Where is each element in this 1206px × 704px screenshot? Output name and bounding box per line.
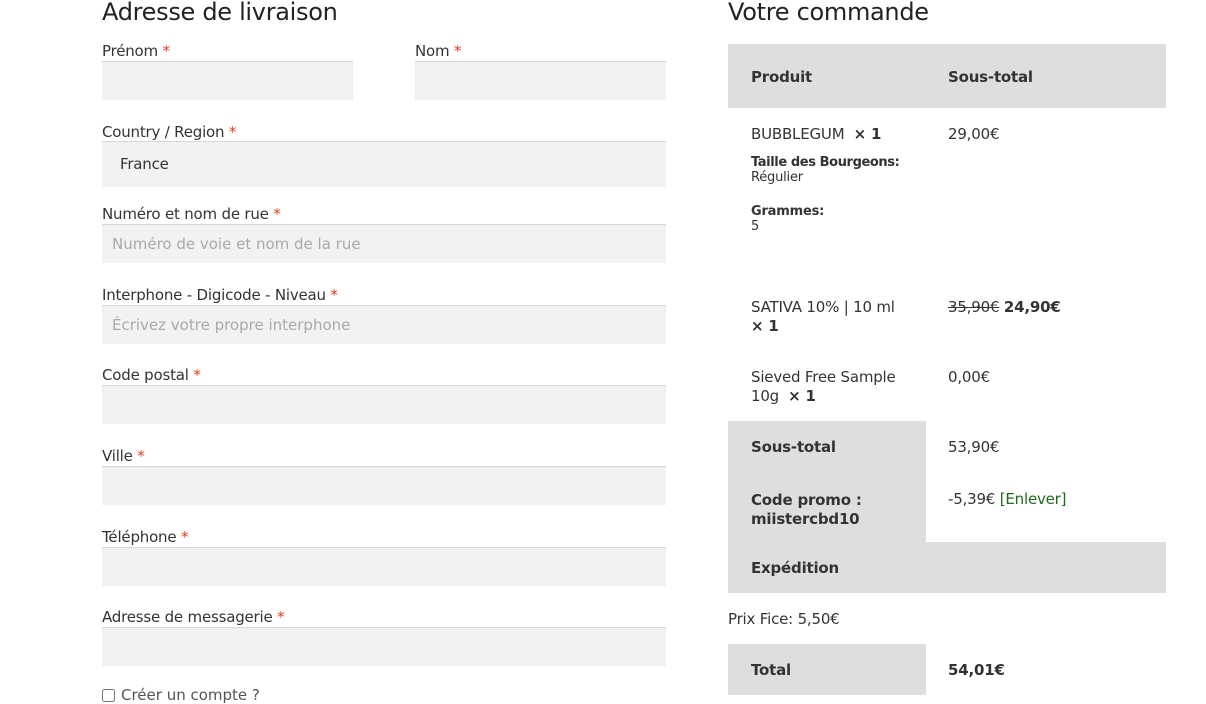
item-meta-value: Régulier [751,170,803,185]
postcode-label-text: Code postal [102,366,189,384]
required-mark: * [162,42,171,60]
create-account-row[interactable]: Créer un compte ? [102,686,260,704]
first-name-label: Prénom * [102,42,170,60]
postcode-input[interactable] [102,385,666,424]
create-account-checkbox[interactable] [102,689,115,702]
required-mark: * [137,447,145,465]
shipping-title: Adresse de livraison [102,0,338,26]
required-mark: * [277,608,285,626]
street-label-text: Numéro et nom de rue [102,205,269,223]
shipping-label: Expédition [751,559,840,577]
item-meta-key: Taille des Bourgeons: [751,155,900,170]
header-product: Produit [751,68,813,86]
email-label-text: Adresse de messagerie [102,608,273,626]
item-meta-key: Grammes: [751,204,825,219]
intercom-label-text: Interphone - Digicode - Niveau [102,286,326,304]
required-mark: * [180,528,189,546]
order-title: Votre commande [728,0,929,26]
coupon-row: Code promo : miistercbd10 -5,39€ [Enleve… [728,474,1166,542]
last-name-input[interactable] [415,61,666,100]
item-name: BUBBLEGUM × 1 Taille des Bourgeons: Régu… [728,125,926,234]
create-account-label: Créer un compte ? [121,686,260,704]
required-mark: * [193,366,201,384]
country-label-text: Country / Region [102,123,225,141]
required-mark: * [330,286,338,304]
phone-label-text: Téléphone [102,528,177,546]
intercom-label: Interphone - Digicode - Niveau * [102,286,338,304]
country-select[interactable]: France [102,141,666,187]
phone-label: Téléphone * [102,528,188,546]
item-name-text: BUBBLEGUM [751,125,845,143]
required-mark: * [454,42,462,60]
remove-coupon-link[interactable]: [Enlever] [1000,490,1067,508]
first-name-input[interactable] [102,61,353,100]
country-select-value: France [120,155,169,173]
city-label: Ville * [102,447,145,465]
total-row: Total 54,01€ [728,644,1166,695]
order-table-header: Produit Sous-total [728,44,1166,108]
postcode-label: Code postal * [102,366,201,384]
email-input[interactable] [102,627,666,666]
item-price: 0,00€ [948,368,990,386]
street-input[interactable] [102,224,666,263]
total-value: 54,01€ [948,661,1005,679]
last-name-label-text: Nom [415,42,450,60]
header-subtotal: Sous-total [948,68,1033,86]
country-label: Country / Region * [102,123,236,141]
city-input[interactable] [102,466,666,505]
subtotal-label: Sous-total [728,421,926,474]
email-label: Adresse de messagerie * [102,608,285,626]
coupon-label-line1: Code promo : [751,491,862,509]
coupon-label: Code promo : miistercbd10 [728,474,926,542]
street-label: Numéro et nom de rue * [102,205,281,223]
total-label: Total [728,644,926,695]
item-sale-price: 24,90€ [1003,298,1061,316]
city-label-text: Ville [102,447,133,465]
subtotal-row: Sous-total 53,90€ [728,421,1166,474]
coupon-amount: -5,39€ [948,490,996,508]
order-item: BUBBLEGUM × 1 Taille des Bourgeons: Régu… [728,108,1166,284]
coupon-value: -5,39€ [Enlever] [926,490,1166,508]
item-name-text: Sieved Free Sample [751,368,896,386]
phone-input[interactable] [102,547,666,586]
last-name-label: Nom * [415,42,462,60]
item-name: Sieved Free Sample 10g × 1 [728,368,926,406]
item-qty: × 1 [751,317,779,335]
shipping-row: Expédition [728,542,1166,593]
required-mark: * [228,123,237,141]
item-price: 29,00€ [948,125,1000,143]
required-mark: * [273,205,281,223]
item-price: 35,90€ 24,90€ [926,298,1166,316]
intercom-input[interactable] [102,305,666,344]
coupon-code: miistercbd10 [751,510,860,528]
first-name-label-text: Prénom [102,42,158,60]
item-qty: × 1 [853,125,882,143]
item-old-price: 35,90€ [948,298,1000,316]
order-item: SATIVA 10% | 10 ml × 1 35,90€ 24,90€ [728,284,1166,354]
item-qty: × 1 [788,387,816,405]
item-name-text: SATIVA 10% | 10 ml [751,298,895,316]
item-name: SATIVA 10% | 10 ml × 1 [728,298,926,336]
item-name-text-line2: 10g [751,387,780,405]
subtotal-value: 53,90€ [948,438,1000,456]
shipping-method: Prix Fice: 5,50€ [728,610,840,628]
item-meta-value: 5 [751,219,760,234]
order-item: Sieved Free Sample 10g × 1 0,00€ [728,354,1166,421]
